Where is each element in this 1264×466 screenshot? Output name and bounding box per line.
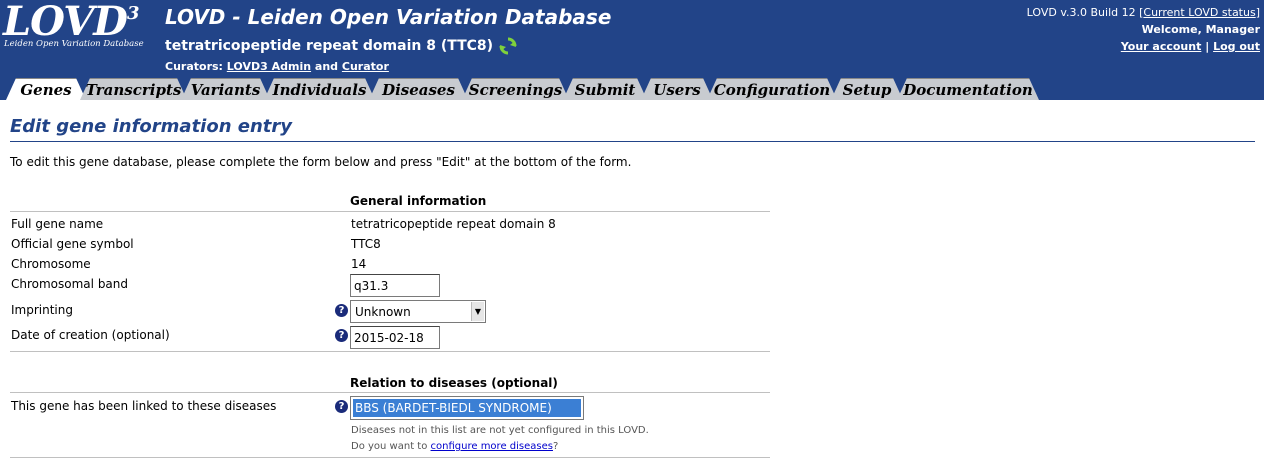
title-divider <box>10 141 1255 142</box>
welcome-text: Welcome, Manager <box>1141 23 1260 36</box>
build-text: LOVD v.3.0 Build 12 [ <box>1026 6 1144 19</box>
logo-text: LOVD <box>3 0 128 45</box>
date-help-icon[interactable]: ? <box>335 329 348 342</box>
page-title: Edit gene information entry <box>10 116 293 137</box>
date-of-creation-label: Date of creation (optional) <box>11 328 170 342</box>
divider <box>10 392 770 393</box>
tab-screenings[interactable]: Screenings <box>462 78 569 100</box>
build-line: LOVD v.3.0 Build 12 [Current LOVD status… <box>1027 4 1260 21</box>
app-title: LOVD - Leiden Open Variation Database <box>165 5 612 29</box>
link-separator: | <box>1205 40 1210 53</box>
diseases-multiselect[interactable]: BBS (BARDET-BIEDL SYNDROME) <box>350 396 584 420</box>
configure-prefix: Do you want to <box>351 441 428 452</box>
imprinting-label: Imprinting <box>11 303 73 317</box>
tab-diseases[interactable]: Diseases <box>369 78 468 100</box>
configure-suffix: ? <box>552 441 559 452</box>
curators-label: Curators: <box>165 60 223 73</box>
imprinting-help-icon[interactable]: ? <box>335 304 348 317</box>
chromosome-value: 14 <box>351 257 367 271</box>
full-gene-name-value: tetratricopeptide repeat domain 8 <box>351 217 556 231</box>
divider <box>10 457 770 458</box>
chromosomal-band-label: Chromosomal band <box>11 277 129 291</box>
logo-version: 3 <box>127 3 140 24</box>
account-line: Your account | Log out <box>1027 38 1260 55</box>
divider <box>10 211 770 212</box>
section-general-heading: General information <box>350 194 487 208</box>
tab-users[interactable]: Users <box>641 78 713 100</box>
tab-setup[interactable]: Setup <box>831 78 903 100</box>
logout-link[interactable]: Log out <box>1213 40 1260 53</box>
disease-option-bbs[interactable]: BBS (BARDET-BIEDL SYNDROME) <box>352 398 582 418</box>
full-gene-name-label: Full gene name <box>11 217 104 231</box>
curators-and: and <box>314 60 339 73</box>
curator-link-admin[interactable]: LOVD3 Admin <box>227 60 311 73</box>
tab-genes[interactable]: Genes <box>6 78 86 100</box>
chromosomal-band-input[interactable] <box>350 274 440 297</box>
lovd-logo[interactable]: LOVD 3 Leiden Open Variation Database <box>3 0 144 51</box>
tab-submit[interactable]: Submit <box>563 78 647 100</box>
gene-symbol-label: Official gene symbol <box>11 237 134 251</box>
logo-subtitle: Leiden Open Variation Database <box>4 39 144 49</box>
section-relation-heading: Relation to diseases (optional) <box>350 376 558 390</box>
dropdown-arrow-icon[interactable]: ▼ <box>471 302 484 321</box>
configure-diseases-line: Do you want to configure more diseases? <box>351 441 558 452</box>
configure-diseases-link[interactable]: configure more diseases <box>431 441 553 452</box>
gene-symbol-value: TTC8 <box>351 237 381 251</box>
chromosome-label: Chromosome <box>11 257 91 271</box>
tab-bar: Genes Transcripts Variants Individuals D… <box>0 76 1264 100</box>
header: LOVD 3 Leiden Open Variation Database LO… <box>0 0 1264 76</box>
tab-documentation[interactable]: Documentation <box>897 78 1039 100</box>
curator-link-curator[interactable]: Curator <box>342 60 389 73</box>
diseases-help-icon[interactable]: ? <box>335 400 348 413</box>
switch-gene-icon[interactable] <box>499 37 517 55</box>
imprinting-select[interactable]: Unknown ▼ <box>350 300 486 323</box>
tab-configuration[interactable]: Configuration <box>707 78 837 100</box>
divider <box>10 351 770 352</box>
gene-title: tetratricopeptide repeat domain 8 (TTC8) <box>165 37 517 55</box>
user-panel: LOVD v.3.0 Build 12 [Current LOVD status… <box>1027 4 1260 55</box>
gene-title-text: tetratricopeptide repeat domain 8 (TTC8) <box>165 38 494 54</box>
tab-transcripts[interactable]: Transcripts <box>80 78 187 100</box>
curators-line: Curators: LOVD3 Admin and Curator <box>165 60 389 73</box>
build-close: ] <box>1255 6 1260 19</box>
lovd-status-link[interactable]: Current LOVD status <box>1143 6 1255 19</box>
intro-text: To edit this gene database, please compl… <box>10 155 632 169</box>
linked-diseases-label: This gene has been linked to these disea… <box>11 399 277 413</box>
imprinting-selected-value: Unknown <box>355 305 411 319</box>
your-account-link[interactable]: Your account <box>1121 40 1202 53</box>
tab-variants[interactable]: Variants <box>181 78 270 100</box>
tab-individuals[interactable]: Individuals <box>264 78 375 100</box>
diseases-note: Diseases not in this list are not yet co… <box>351 425 649 436</box>
date-of-creation-input[interactable] <box>350 326 440 349</box>
